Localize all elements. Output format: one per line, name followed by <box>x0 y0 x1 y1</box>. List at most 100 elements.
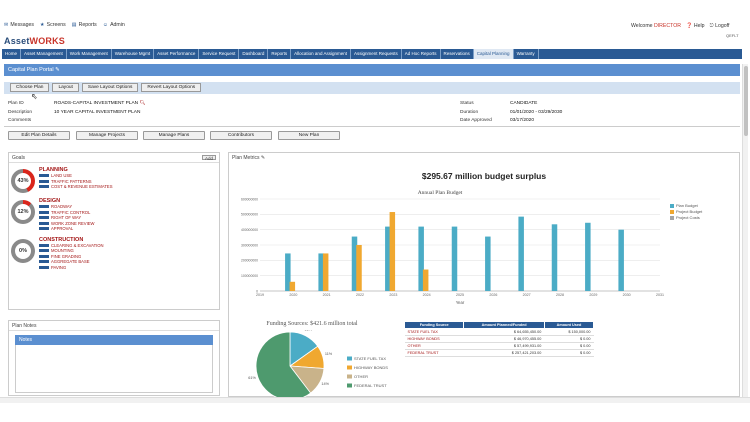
bar-plan-budget[interactable] <box>551 224 558 291</box>
description-label: Description <box>8 110 32 115</box>
revert-layout-options-button[interactable]: Revert Layout Options <box>141 83 202 92</box>
nav-allocation-and-assignment[interactable]: Allocation and Assignment <box>291 49 351 59</box>
goal-construction[interactable]: 0% CONSTRUCTION CLEARING & EXCAVATION MOUNT… <box>11 237 217 271</box>
x-tick-label: 2026 <box>489 293 497 297</box>
bar-project-budget[interactable] <box>356 245 362 291</box>
help-link[interactable]: ❓ Help <box>686 23 705 30</box>
funding-chart-title: Funding Sources: $421.6 million total <box>266 321 358 327</box>
choose-plan-button[interactable]: Choose Plan <box>10 83 50 92</box>
legend-swatch <box>670 210 674 214</box>
bar-project-budget[interactable] <box>389 212 396 291</box>
goal-percent: 12% <box>15 204 31 220</box>
bar-plan-budget[interactable] <box>451 226 458 291</box>
edit-plan-details-button[interactable]: Edit Plan Details <box>8 131 70 140</box>
layout-button[interactable]: Layout <box>52 83 79 92</box>
goal-subitem[interactable]: COST & REVENUE ESTIMATES <box>39 184 113 190</box>
scrollbar-thumb[interactable] <box>744 66 748 136</box>
goal-subitem[interactable]: APPROVAL <box>39 226 95 232</box>
add-goal-button[interactable]: Add <box>201 155 216 161</box>
top-link-reports[interactable]: ▤ Reports <box>72 22 97 28</box>
legend-swatch <box>670 216 674 220</box>
nav-warehouse-mgmt[interactable]: Warehouse Mgmt <box>112 49 155 59</box>
x-tick-label: 2020 <box>289 293 297 297</box>
nav-ad-hoc-reports[interactable]: Ad Hoc Reports <box>402 49 441 59</box>
x-tick-label: 2021 <box>323 293 331 297</box>
bar-project-budget[interactable] <box>289 281 296 291</box>
nav-dashboard[interactable]: Dashboard <box>239 49 269 59</box>
y-tick-label: 500000000 <box>241 213 258 217</box>
new-plan-button[interactable]: New Plan <box>278 131 340 140</box>
manage-plans-button[interactable]: Manage Plans <box>143 131 205 140</box>
top-link-admin[interactable]: ☺ Admin <box>103 22 125 28</box>
status-label: Status <box>460 101 474 106</box>
nav-asset-performance[interactable]: Asset Performance <box>154 49 200 59</box>
pie-label: 15% <box>305 330 313 331</box>
app-logo: AssetWORKS <box>4 36 66 46</box>
legend-swatch <box>347 356 352 361</box>
goal-design[interactable]: 12% DESIGN ROADWAY TRAFFIC CONTROL RIGHT OF … <box>11 198 217 232</box>
nav-asset-management[interactable]: Asset Management <box>21 49 67 59</box>
bar-project-budget[interactable] <box>322 253 329 291</box>
manage-projects-button[interactable]: Manage Projects <box>76 131 138 140</box>
table-row: HIGHWAY BONDS $ 46,970,455.00 $ 0.00 <box>404 335 594 343</box>
progress-bar <box>39 174 49 178</box>
budget-surplus-headline: $295.67 million budget surplus <box>421 171 547 181</box>
duration-label: Duration <box>460 110 479 115</box>
notes-tab[interactable]: Notes <box>15 335 213 345</box>
nav-reports[interactable]: Reports <box>268 49 292 59</box>
horizontal-scrollbar[interactable] <box>0 397 750 403</box>
top-link-messages[interactable]: ✉ Messages <box>4 22 34 28</box>
logoff-link[interactable]: ⎋ Logoff <box>710 23 730 30</box>
pie-label: 11% <box>325 352 333 356</box>
approved-value: 03/17/2020 <box>510 118 535 123</box>
portal-header: Capital Plan Portal ✎ <box>4 64 740 76</box>
progress-bar <box>39 254 49 258</box>
progress-bar <box>39 243 49 247</box>
cursor-icon: ⇖ <box>31 92 38 101</box>
status-value: CANDIDATE <box>510 101 538 106</box>
goal-subitem[interactable]: PAVING <box>39 265 104 271</box>
nav-home[interactable]: Home <box>2 49 22 59</box>
top-link-screens[interactable]: ★ Screens <box>40 22 66 28</box>
plan-notes-panel: Plan Notes Notes <box>8 320 220 396</box>
legend-swatch <box>347 374 352 379</box>
legend-entry: Project Costs <box>676 215 700 220</box>
legend-swatch <box>347 383 352 388</box>
nav-assignment-requests[interactable]: Assignment Requests <box>351 49 402 59</box>
bar-plan-budget[interactable] <box>485 236 491 291</box>
goal-percent: 0% <box>15 242 31 259</box>
save-layout-options-button[interactable]: Save Layout Options <box>81 83 139 92</box>
portal-toolbar: Choose Plan Layout Save Layout Options Reve… <box>4 82 740 94</box>
y-tick-label: 200000000 <box>241 259 258 263</box>
bar-plan-budget[interactable] <box>518 216 524 291</box>
goal-planning[interactable]: 43% PLANNING LAND USE TRAFFIC PATTERNS COST … <box>11 167 217 193</box>
person-icon: ☺ <box>102 22 109 28</box>
notes-area[interactable] <box>15 345 213 393</box>
table-row: FEDERAL TRUST $ 257,421,203.00 $ 0.00 <box>404 349 594 357</box>
x-tick-label: 2022 <box>356 293 364 297</box>
search-icon[interactable]: 🔍︎ <box>139 101 145 106</box>
nav-capital-planning[interactable]: Capital Planning <box>473 49 514 59</box>
star-icon: ★ <box>40 22 45 28</box>
pencil-icon[interactable]: ✎ <box>261 155 265 161</box>
nav-reservations[interactable]: Reservations <box>441 49 474 59</box>
funding-table: Funding Source Amount Planned/Funded Amoun… <box>403 321 595 357</box>
x-tick-label: 2029 <box>589 293 597 297</box>
contributors-button[interactable]: Contributors <box>210 131 272 140</box>
nav-warranty[interactable]: Warranty <box>514 49 539 59</box>
table-row: OTHER $ 57,499,931.00 $ 0.00 <box>404 342 594 350</box>
nav-work-management[interactable]: Work Management <box>67 49 112 59</box>
approved-label: Date Approved <box>460 118 492 123</box>
bar-plan-budget[interactable] <box>618 229 624 291</box>
legend-swatch <box>347 365 352 370</box>
goal-details: DESIGN ROADWAY TRAFFIC CONTROL RIGHT OF WAY… <box>39 198 95 232</box>
report-icon: ▤ <box>71 22 77 28</box>
main-nav: Home Asset Management Work Management Wareh… <box>2 49 742 59</box>
vertical-scrollbar[interactable] <box>742 64 748 397</box>
bar-project-budget[interactable] <box>422 269 429 291</box>
nav-service-request[interactable]: Service Request <box>199 49 240 59</box>
divider <box>4 126 740 127</box>
edit-icon[interactable]: ✎ <box>55 67 60 73</box>
bar-plan-budget[interactable] <box>585 222 591 291</box>
legend-entry: OTHER <box>354 374 368 379</box>
